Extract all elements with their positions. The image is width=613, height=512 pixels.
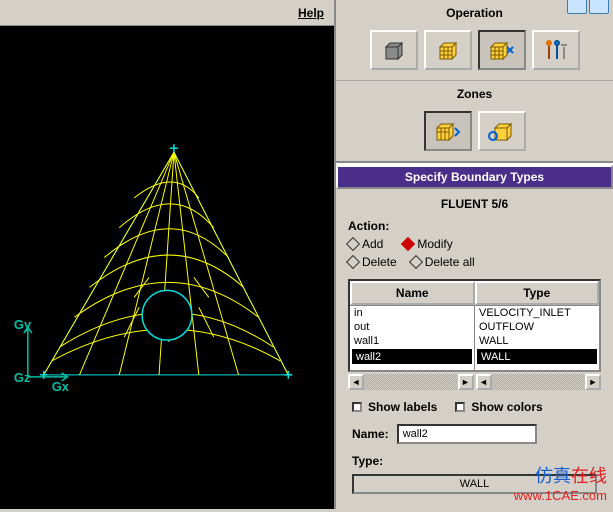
boundary-table: Name Type in out wall1 wall2 VELOCITY_IN…	[348, 279, 601, 372]
mesh-viewport[interactable]: Gy Gz Gx	[0, 26, 334, 509]
action-deleteall-label: Delete all	[425, 255, 475, 269]
axis-z-label: Gz	[14, 370, 31, 385]
table-scrollbars: ◄ ► ◄ ►	[348, 374, 601, 390]
solver-title: FLUENT 5/6	[336, 189, 613, 219]
name-input[interactable]	[397, 424, 537, 444]
scroll-left-button[interactable]: ◄	[476, 374, 492, 390]
show-colors-label: Show colors	[471, 400, 542, 414]
operation-solid-button[interactable]	[370, 30, 418, 70]
action-add-label: Add	[362, 237, 383, 251]
action-label: Action:	[348, 219, 601, 233]
action-deleteall-radio[interactable]: Delete all	[411, 255, 475, 269]
axis-x-label: Gx	[52, 379, 70, 394]
action-add-radio[interactable]: Add	[348, 237, 383, 251]
action-delete-label: Delete	[362, 255, 397, 269]
zones-boundary-button[interactable]	[424, 111, 472, 151]
table-row[interactable]: wall1	[350, 334, 474, 348]
vertex-markers	[40, 144, 292, 379]
operation-toolbar	[336, 24, 613, 81]
help-menu[interactable]: Help	[298, 6, 324, 20]
operation-mesh-button[interactable]	[424, 30, 472, 70]
show-colors-checkbox[interactable]: Show colors	[455, 400, 542, 414]
col-type-header[interactable]: Type	[475, 281, 600, 305]
scroll-left-button[interactable]: ◄	[348, 374, 364, 390]
table-row[interactable]: WALL	[475, 334, 599, 348]
operation-zones-button[interactable]	[478, 30, 526, 70]
panel-header: Specify Boundary Types	[336, 165, 613, 189]
show-labels-checkbox[interactable]: Show labels	[352, 400, 437, 414]
type-value-box[interactable]: WALL	[352, 474, 597, 494]
maximize-button[interactable]	[589, 0, 609, 14]
action-delete-radio[interactable]: Delete	[348, 255, 397, 269]
operation-tools-button[interactable]	[532, 30, 580, 70]
zones-toolbar	[336, 105, 613, 163]
table-row[interactable]: OUTFLOW	[475, 320, 599, 334]
window-controls	[567, 0, 609, 14]
table-row-selected[interactable]: wall2	[352, 349, 472, 364]
menu-bar: Help	[0, 0, 334, 26]
table-row[interactable]: in	[350, 306, 474, 320]
table-row[interactable]: out	[350, 320, 474, 334]
scroll-right-button[interactable]: ►	[458, 374, 474, 390]
table-row-selected[interactable]: WALL	[477, 349, 597, 364]
mesh-hole	[142, 290, 192, 340]
mesh-edges	[44, 152, 289, 375]
name-field-label: Name:	[352, 427, 389, 441]
zones-title: Zones	[336, 81, 613, 105]
scroll-right-button[interactable]: ►	[585, 374, 601, 390]
type-column[interactable]: VELOCITY_INLET OUTFLOW WALL WALL	[474, 306, 599, 370]
scroll-track[interactable]	[492, 374, 586, 390]
minimize-button[interactable]	[567, 0, 587, 14]
table-row[interactable]: VELOCITY_INLET	[475, 306, 599, 320]
scroll-track[interactable]	[364, 374, 458, 390]
zones-continuum-button[interactable]	[478, 111, 526, 151]
type-field-label: Type:	[352, 454, 383, 468]
axis-y-label: Gy	[14, 317, 32, 332]
show-labels-label: Show labels	[368, 400, 437, 414]
action-modify-label: Modify	[417, 237, 452, 251]
col-name-header[interactable]: Name	[350, 281, 475, 305]
name-column[interactable]: in out wall1 wall2	[350, 306, 474, 370]
action-modify-radio[interactable]: Modify	[403, 237, 452, 251]
